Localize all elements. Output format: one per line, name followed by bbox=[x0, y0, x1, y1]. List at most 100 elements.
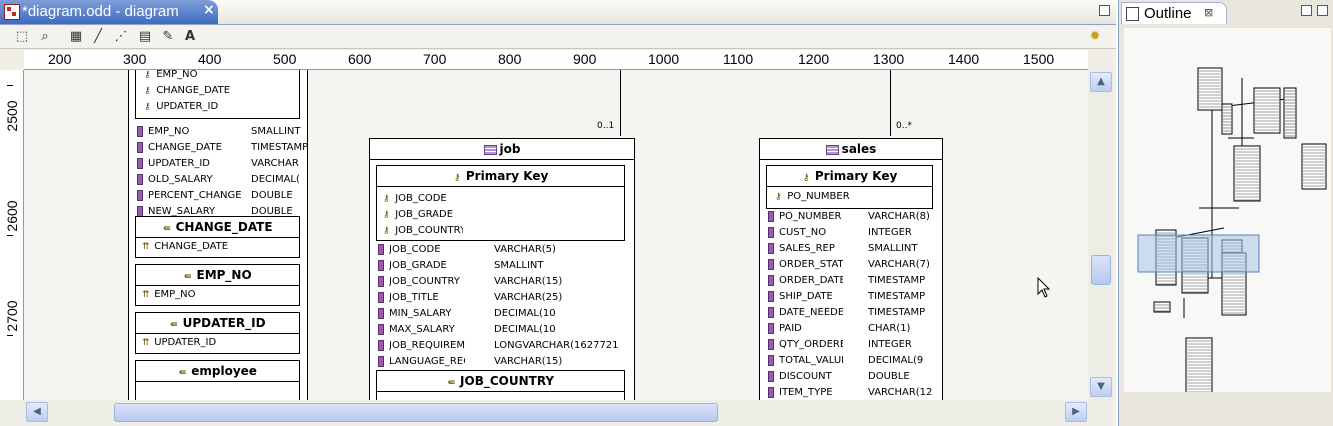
line-icon[interactable]: ╱ bbox=[90, 29, 106, 45]
foreign-key-icon: ⇚ bbox=[447, 378, 456, 388]
settings-icon[interactable]: ✹ bbox=[1087, 29, 1103, 45]
text-icon[interactable]: A bbox=[182, 29, 198, 45]
tab-diagram[interactable]: *diagram.odd - diagram × bbox=[0, 0, 218, 24]
sales-primary-key-box: ⚷ Primary Key ⚷ PO_NUMBER bbox=[766, 165, 933, 209]
column-row: JOB_REQUIREMENT LONGVARCHAR(1627721 bbox=[378, 338, 624, 354]
column-name: ITEM_TYPE bbox=[779, 387, 833, 398]
column-name: UPDATER_ID bbox=[148, 158, 210, 169]
maximize-icon[interactable] bbox=[1099, 5, 1110, 16]
dashed-line-icon[interactable]: ⋰ bbox=[113, 29, 129, 45]
foreign-key-icon: ⇚ bbox=[178, 368, 187, 378]
pk-row: ⚷ JOB_GRADE bbox=[383, 207, 463, 223]
column-type: TIMESTAMP bbox=[868, 275, 926, 286]
column-type: VARCHAR(15) bbox=[494, 276, 563, 287]
ruler-tick-label: 1200 bbox=[798, 51, 830, 67]
scroll-left-button[interactable]: ◀ bbox=[26, 402, 48, 422]
close-icon[interactable]: × bbox=[203, 2, 215, 18]
column-row: QTY_ORDERED INTEGER bbox=[768, 337, 932, 353]
ruler-tick-label: 2500 bbox=[4, 100, 20, 132]
fk-title: CHANGE_DATE bbox=[175, 220, 273, 234]
editor-tab-bar: *diagram.odd - diagram × bbox=[0, 0, 1116, 25]
horizontal-scrollbar[interactable]: ◀ ▶ bbox=[24, 401, 1088, 423]
foreign-key-box: ⇚ EMP_NO ⇈ EMP_NO bbox=[135, 264, 300, 306]
scroll-down-button[interactable]: ▼ bbox=[1090, 377, 1112, 397]
foreign-key-icon: ⇚ bbox=[184, 272, 192, 282]
column-row: JOB_TITLE VARCHAR(25) bbox=[378, 290, 624, 306]
brush-icon[interactable]: ✎ bbox=[160, 29, 176, 45]
column-row: ORDER_STATUS VARCHAR(7) bbox=[768, 257, 932, 273]
vertical-scroll-thumb[interactable] bbox=[1091, 255, 1111, 285]
column-type: VARCHAR(15) bbox=[494, 356, 563, 367]
maximize-icon[interactable] bbox=[1317, 5, 1328, 16]
select-icon[interactable]: ⬚ bbox=[14, 29, 30, 45]
diagram-canvas[interactable]: 0..1 0..* ⚷ EMP_NO ⚷ CHANGE_DATE ⚷ UPDAT… bbox=[24, 70, 1088, 400]
pk-row: ⚷ JOB_CODE bbox=[383, 191, 463, 207]
outline-thumbnail[interactable] bbox=[1124, 28, 1331, 392]
column-icon bbox=[378, 243, 384, 255]
column-name: JOB_REQUIREMENT bbox=[389, 340, 465, 351]
column-icon bbox=[378, 259, 384, 271]
job-table-title: job bbox=[499, 142, 521, 156]
pk-title: Primary Key bbox=[814, 169, 898, 183]
fk-row: ⇈ UPDATER_ID bbox=[142, 335, 228, 351]
key-icon: ⚷ bbox=[383, 226, 390, 236]
table-icon bbox=[483, 144, 497, 155]
column-name: PO_NUMBER bbox=[779, 211, 842, 222]
ruler-tick-label: 1500 bbox=[1023, 51, 1055, 67]
column-icon bbox=[137, 141, 143, 153]
column-row: CUST_NO INTEGER bbox=[768, 225, 932, 241]
column-icon bbox=[768, 210, 774, 222]
fk-header: ⇚ EMP_NO bbox=[136, 265, 299, 286]
sales-multiplicity: 0..* bbox=[896, 121, 912, 131]
pk-row: ⚷ PO_NUMBER bbox=[775, 189, 855, 205]
column-icon bbox=[378, 291, 384, 303]
tab-outline[interactable]: Outline ⊠ bbox=[1121, 2, 1227, 24]
column-name: SALES_REP bbox=[779, 243, 835, 254]
ruler-tick-label: 1300 bbox=[873, 51, 905, 67]
outline-viewport[interactable] bbox=[1137, 234, 1260, 273]
foreign-key-box: ⇚ employee bbox=[135, 360, 300, 400]
vertical-scrollbar[interactable]: ▲ ▼ bbox=[1089, 70, 1113, 400]
sales-relation-line[interactable] bbox=[890, 70, 891, 136]
column-row: TOTAL_VALUE DECIMAL(9 bbox=[768, 353, 932, 369]
job-multiplicity: 0..1 bbox=[597, 121, 615, 131]
close-icon[interactable]: ⊠ bbox=[1204, 6, 1213, 19]
ruler-tick-label: 400 bbox=[198, 51, 222, 67]
key-icon: ⚷ bbox=[383, 194, 390, 204]
scroll-right-button[interactable]: ▶ bbox=[1065, 402, 1087, 422]
sales-table[interactable]: sales ⚷ Primary Key ⚷ PO_NUMBER PO_NUMBE… bbox=[759, 138, 943, 400]
ruler-tick-label: 2800 bbox=[4, 398, 20, 400]
scroll-up-button[interactable]: ▲ bbox=[1090, 72, 1112, 92]
column-row: OLD_SALARY DECIMAL( bbox=[137, 172, 307, 188]
job-country-fk-box: ⇚ JOB_COUNTRY bbox=[376, 370, 625, 400]
zoom-icon[interactable]: ⌕ bbox=[37, 29, 53, 45]
fk-title: JOB_COUNTRY bbox=[460, 374, 555, 388]
column-row: PO_NUMBER VARCHAR(8) bbox=[768, 209, 932, 225]
horizontal-scroll-thumb[interactable] bbox=[114, 403, 718, 422]
column-type: DECIMAL(9 bbox=[868, 355, 924, 366]
note-icon[interactable]: ▤ bbox=[137, 29, 153, 45]
ruler-tick bbox=[7, 335, 13, 336]
key-icon: ⚷ bbox=[144, 70, 151, 80]
column-row: JOB_COUNTRY VARCHAR(15) bbox=[378, 274, 624, 290]
column-name: TOTAL_VALUE bbox=[779, 355, 843, 366]
sales-table-header: sales bbox=[760, 139, 942, 160]
fk-header: ⇚ employee bbox=[136, 361, 299, 382]
column-row: MIN_SALARY DECIMAL(10 bbox=[378, 306, 624, 322]
column-name: ORDER_DATE bbox=[779, 275, 843, 286]
column-type: LONGVARCHAR(1627721 bbox=[494, 340, 619, 351]
ruler-tick-label: 200 bbox=[48, 51, 72, 67]
column-icon bbox=[768, 354, 774, 366]
job-table[interactable]: job ⚷ Primary Key ⚷ JOB_CODE ⚷ JOB_GRADE ⚷… bbox=[369, 138, 635, 400]
minimize-icon[interactable] bbox=[1301, 5, 1312, 16]
column-icon bbox=[137, 205, 143, 217]
column-row: PAID CHAR(1) bbox=[768, 321, 932, 337]
column-row: JOB_GRADE SMALLINT bbox=[378, 258, 624, 274]
vertical-ruler: 2500 2600 2700 2800 bbox=[0, 70, 24, 400]
column-type: TIMESTAMP bbox=[868, 307, 926, 318]
outline-icon bbox=[1126, 7, 1139, 21]
salary-history-table[interactable]: ⚷ EMP_NO ⚷ CHANGE_DATE ⚷ UPDATER_ID EMP_… bbox=[128, 70, 308, 400]
column-type: SMALLINT bbox=[868, 243, 918, 254]
table-icon[interactable]: ▦ bbox=[68, 29, 84, 45]
job-relation-line[interactable] bbox=[620, 70, 621, 136]
